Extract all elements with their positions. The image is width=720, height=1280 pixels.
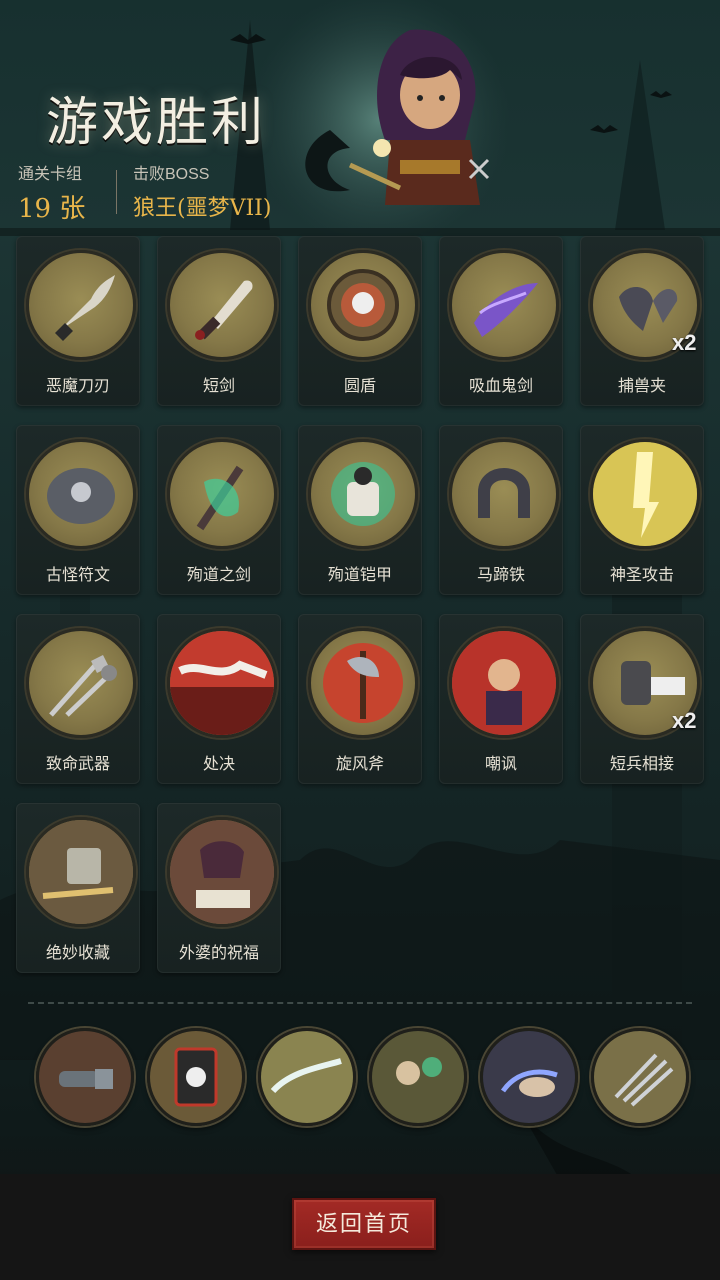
deck-card[interactable]: 嘲讽 xyxy=(439,614,563,784)
card-name: 捕兽夹 xyxy=(617,378,666,395)
deck-card[interactable]: 处决 xyxy=(157,614,281,784)
card-name: 致命武器 xyxy=(45,756,110,773)
boss-stat: 击败BOSS 狼王(噩梦VII) xyxy=(133,160,271,222)
card-count-badge: x2 xyxy=(672,330,697,355)
deck-card[interactable]: 马蹄铁 xyxy=(439,425,563,595)
card-name: 古怪符文 xyxy=(45,567,110,584)
vampire-sword-icon xyxy=(449,250,559,360)
section-divider xyxy=(28,1002,692,1004)
deck-card[interactable]: 捕兽夹 x2 xyxy=(580,236,704,406)
victory-header: 游戏胜利 通关卡组 19 张 击败BOSS 狼王(噩梦VII) xyxy=(0,0,720,228)
deadly-weapons-icon xyxy=(26,628,136,738)
card-name: 殉道铠甲 xyxy=(327,567,392,584)
strange-rune-icon xyxy=(26,439,136,549)
round-shield-icon xyxy=(308,250,418,360)
card-name: 吸血鬼剑 xyxy=(468,378,533,395)
boss-label: 击败BOSS xyxy=(133,166,210,183)
card-name: 处决 xyxy=(202,756,235,773)
fine-collection-icon xyxy=(26,817,136,927)
horseshoe-icon xyxy=(449,439,559,549)
card-count-badge: x2 xyxy=(672,708,697,733)
grandma-blessing-icon xyxy=(167,817,277,927)
execution-icon xyxy=(167,628,277,738)
deck-card[interactable]: 恶魔刀刃 xyxy=(16,236,140,406)
skull-card-relic-icon[interactable] xyxy=(147,1028,245,1126)
page-title: 游戏胜利 xyxy=(46,93,267,153)
deck-card[interactable]: 殉道之剑 xyxy=(157,425,281,595)
card-name: 绝妙收藏 xyxy=(45,945,110,962)
martyr-sword-icon xyxy=(167,439,277,549)
deck-count: 19 张 xyxy=(18,194,86,224)
deck-card[interactable]: 旋风斧 xyxy=(298,614,422,784)
deck-card[interactable]: 致命武器 xyxy=(16,614,140,784)
deck-card[interactable]: 绝妙收藏 xyxy=(16,803,140,973)
card-name: 马蹄铁 xyxy=(476,567,525,584)
stat-divider xyxy=(116,170,117,214)
martyr-armor-icon xyxy=(308,439,418,549)
whirlwind-axe-icon xyxy=(308,628,418,738)
demon-blade-icon xyxy=(26,250,136,360)
taunt-icon xyxy=(449,628,559,738)
slash-relic-icon[interactable] xyxy=(258,1028,356,1126)
deck-card[interactable]: 吸血鬼剑 xyxy=(439,236,563,406)
boss-name: 狼王(噩梦VII) xyxy=(133,196,272,221)
deck-card[interactable]: 圆盾 xyxy=(298,236,422,406)
card-name: 恶魔刀刃 xyxy=(45,378,110,395)
return-home-button[interactable]: 返回首页 xyxy=(292,1198,436,1250)
short-sword-icon xyxy=(167,250,277,360)
hero-portrait xyxy=(305,29,490,205)
deck-card[interactable]: 外婆的祝福 xyxy=(157,803,281,973)
card-name: 旋风斧 xyxy=(335,756,384,773)
deck-card[interactable]: 神圣攻击 xyxy=(580,425,704,595)
hand-relic-icon[interactable] xyxy=(480,1028,578,1126)
deck-card[interactable]: 殉道铠甲 xyxy=(298,425,422,595)
knives-relic-icon[interactable] xyxy=(591,1028,689,1126)
deck-card[interactable]: 短剑 xyxy=(157,236,281,406)
card-name: 圆盾 xyxy=(343,378,376,395)
zombie-relic-icon[interactable] xyxy=(369,1028,467,1126)
deck-label: 通关卡组 xyxy=(18,166,83,183)
holy-strike-icon xyxy=(590,439,700,549)
deck-stat: 通关卡组 19 张 xyxy=(18,160,85,225)
card-name: 神圣攻击 xyxy=(609,567,674,584)
cannon-relic-icon[interactable] xyxy=(36,1028,134,1126)
card-name: 嘲讽 xyxy=(484,756,517,773)
deck-card[interactable]: 短兵相接 x2 xyxy=(580,614,704,784)
card-name: 外婆的祝福 xyxy=(178,945,259,962)
card-name: 短兵相接 xyxy=(609,756,674,773)
card-name: 殉道之剑 xyxy=(186,567,251,584)
deck-card[interactable]: 古怪符文 xyxy=(16,425,140,595)
card-name: 短剑 xyxy=(202,378,235,395)
